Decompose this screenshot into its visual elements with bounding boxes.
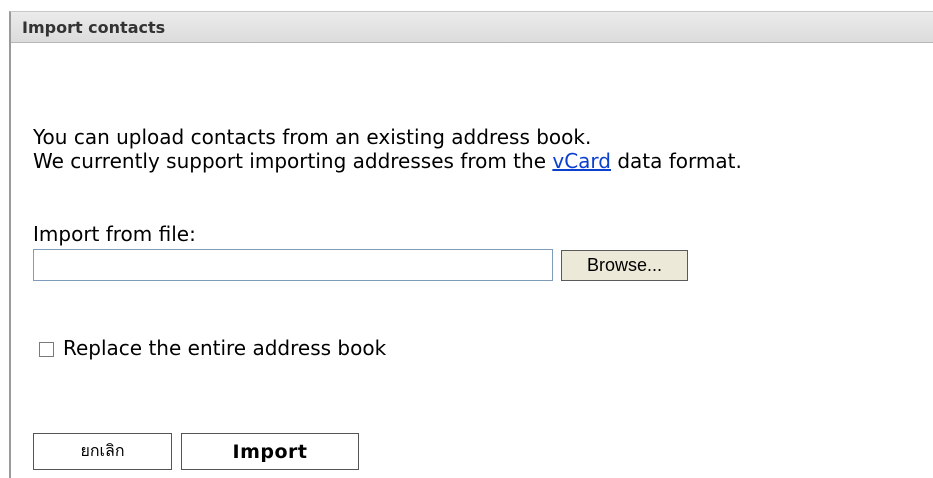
- file-path-input[interactable]: [33, 249, 553, 281]
- replace-address-book-checkbox[interactable]: [39, 342, 54, 357]
- replace-address-book-label: Replace the entire address book: [63, 336, 387, 360]
- browse-button[interactable]: Browse...: [561, 250, 688, 281]
- import-file-label: Import from file:: [33, 222, 196, 246]
- import-button[interactable]: Import: [181, 433, 359, 470]
- intro-text-line2: We currently support importing addresses…: [33, 149, 742, 174]
- vcard-link[interactable]: vCard: [552, 149, 611, 173]
- intro-text-before-link: We currently support importing addresses…: [33, 149, 553, 173]
- import-contacts-panel: Import contacts You can upload contacts …: [9, 11, 933, 478]
- intro-text-after-link: data format.: [611, 149, 742, 173]
- intro-text-line1: You can upload contacts from an existing…: [33, 125, 592, 149]
- cancel-button[interactable]: ยกเลิก: [33, 433, 172, 470]
- panel-title: Import contacts: [11, 12, 933, 43]
